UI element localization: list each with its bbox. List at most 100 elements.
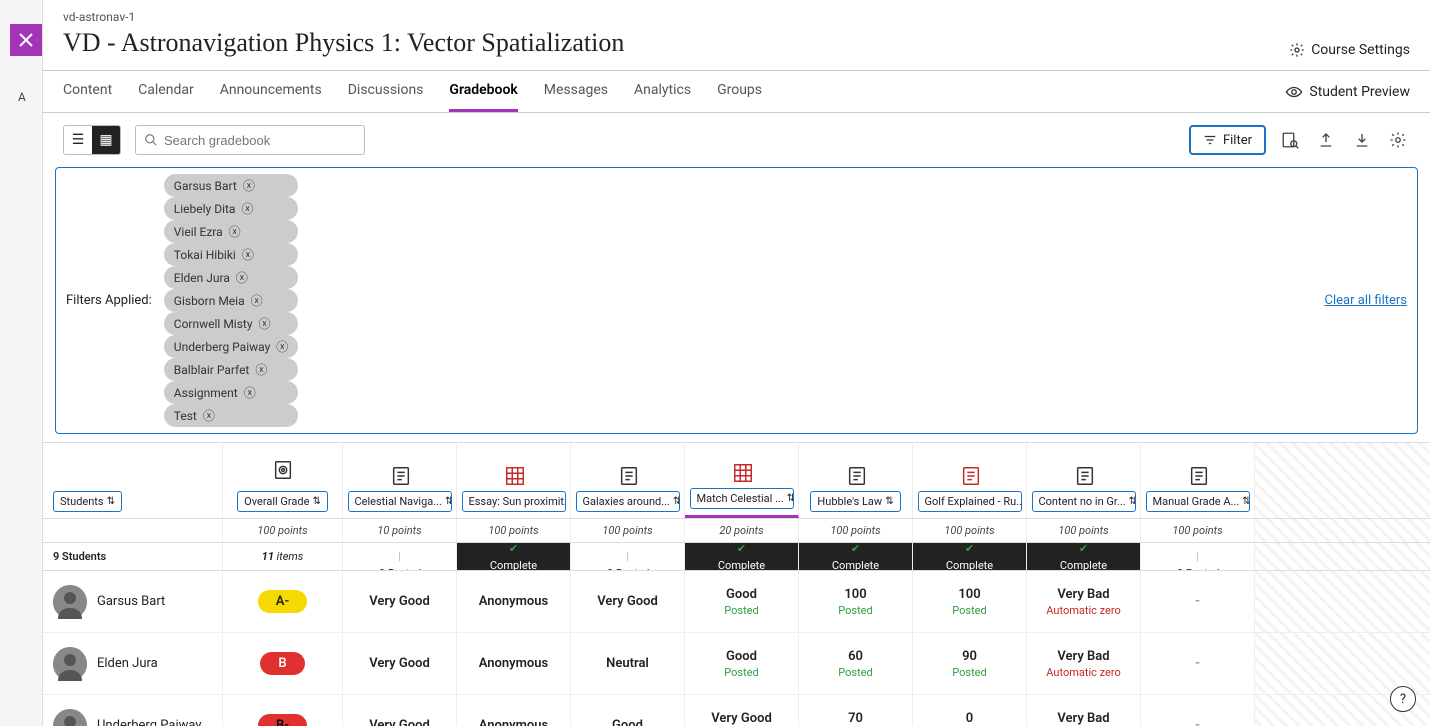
filter-chip[interactable]: Elden Juraⓧ bbox=[164, 266, 298, 289]
grade-cell[interactable]: Very GoodPosted bbox=[685, 695, 799, 726]
overall-grade-cell[interactable]: B bbox=[223, 633, 343, 694]
overall-grade-cell[interactable]: B- bbox=[223, 695, 343, 726]
clear-filters-link[interactable]: Clear all filters bbox=[1325, 293, 1407, 308]
grade-cell[interactable]: 90Posted bbox=[913, 633, 1027, 694]
assignment-pill[interactable]: Hubble's Law ⇅ bbox=[810, 491, 900, 512]
grade-cell[interactable]: Very Good bbox=[343, 695, 457, 726]
cell-value: Very Good bbox=[369, 594, 430, 609]
grade-cell[interactable]: 70Posted bbox=[799, 695, 913, 726]
filter-chip[interactable]: Underberg Paiwayⓧ bbox=[164, 335, 298, 358]
filter-chip[interactable]: Testⓧ bbox=[164, 404, 298, 427]
remove-chip-icon: ⓧ bbox=[203, 407, 215, 424]
search-box[interactable] bbox=[135, 125, 365, 155]
filter-chip[interactable]: Assignmentⓧ bbox=[164, 381, 298, 404]
assignment-icon bbox=[846, 465, 866, 485]
overall-grade-pill[interactable]: Overall Grade ⇅ bbox=[237, 491, 328, 512]
assignment-pill[interactable]: Content no in Gr... ⇅ bbox=[1032, 491, 1136, 512]
tab-gradebook[interactable]: Gradebook bbox=[449, 71, 517, 112]
filter-chip[interactable]: Vieil Ezraⓧ bbox=[164, 220, 298, 243]
filters-label: Filters Applied: bbox=[66, 293, 152, 308]
overall-grade-cell[interactable]: A- bbox=[223, 571, 343, 632]
chip-label: Gisborn Meia bbox=[174, 294, 245, 308]
filter-chip[interactable]: Garsus Bartⓧ bbox=[164, 174, 298, 197]
cell-value: - bbox=[1195, 594, 1200, 609]
assignment-pill[interactable]: Celestial Naviga... ⇅ bbox=[348, 491, 452, 512]
chip-label: Garsus Bart bbox=[174, 179, 237, 193]
grade-cell[interactable]: Very BadAutomatic zero bbox=[1027, 695, 1141, 726]
grade-cell[interactable]: - bbox=[1141, 695, 1255, 726]
grade-cell[interactable]: Very Good bbox=[343, 633, 457, 694]
students-sort-pill[interactable]: Students ⇅ bbox=[53, 491, 122, 512]
cell-sub: Posted bbox=[724, 666, 758, 679]
cell-value: 100 bbox=[844, 587, 866, 602]
tab-messages[interactable]: Messages bbox=[544, 71, 608, 112]
grade-chip: A- bbox=[258, 590, 307, 613]
grade-cell[interactable]: Anonymous bbox=[457, 633, 571, 694]
grade-cell[interactable]: 60Posted bbox=[799, 633, 913, 694]
tab-announcements[interactable]: Announcements bbox=[220, 71, 322, 112]
grade-cell[interactable]: Very Good bbox=[571, 571, 685, 632]
remove-chip-icon: ⓧ bbox=[255, 361, 267, 378]
student-preview-button[interactable]: Student Preview bbox=[1285, 83, 1410, 101]
close-icon bbox=[19, 33, 33, 47]
overall-grade-icon bbox=[272, 459, 294, 485]
filter-chip[interactable]: Balblair Parfetⓧ bbox=[164, 358, 298, 381]
list-view-button[interactable]: ☰ bbox=[64, 126, 92, 154]
grade-cell[interactable]: Anonymous bbox=[457, 695, 571, 726]
chip-label: Assignment bbox=[174, 386, 238, 400]
filter-chip[interactable]: Gisborn Meia ⓧ bbox=[164, 289, 298, 312]
assignment-header: Golf Explained - Ru... ⇅ bbox=[913, 443, 1027, 518]
assignment-pill[interactable]: Essay: Sun proximit... ⇅ bbox=[462, 491, 566, 512]
tab-groups[interactable]: Groups bbox=[717, 71, 762, 112]
grade-cell[interactable]: 0Automatic zero bbox=[913, 695, 1027, 726]
status-cell: ✔ Complete bbox=[913, 543, 1027, 570]
grade-cell[interactable]: 100Posted bbox=[799, 571, 913, 632]
student-cell[interactable]: Garsus Bart bbox=[43, 571, 223, 632]
tab-calendar[interactable]: Calendar bbox=[138, 71, 194, 112]
search-input[interactable] bbox=[158, 133, 356, 148]
tab-discussions[interactable]: Discussions bbox=[348, 71, 424, 112]
grade-cell[interactable]: - bbox=[1141, 633, 1255, 694]
assignment-header: Manual Grade A... ⇅ bbox=[1141, 443, 1255, 518]
grade-cell[interactable]: Neutral bbox=[571, 633, 685, 694]
course-settings-button[interactable]: Course Settings bbox=[1289, 42, 1410, 58]
student-cell[interactable]: Elden Jura bbox=[43, 633, 223, 694]
remove-chip-icon: ⓧ bbox=[251, 292, 263, 309]
filter-chip[interactable]: Tokai Hibiki ⓧ bbox=[164, 243, 298, 266]
filter-chip[interactable]: Cornwell Mistyⓧ bbox=[164, 312, 298, 335]
grade-cell[interactable]: Very BadAutomatic zero bbox=[1027, 571, 1141, 632]
assignment-pill[interactable]: Galaxies around... ⇅ bbox=[576, 491, 680, 512]
grade-cell[interactable]: Very BadAutomatic zero bbox=[1027, 633, 1141, 694]
settings-button[interactable] bbox=[1386, 128, 1410, 152]
filter-button[interactable]: Filter bbox=[1189, 125, 1266, 155]
grid-view-button[interactable]: ▦ bbox=[92, 126, 120, 154]
cell-sub: Posted bbox=[952, 666, 986, 679]
search-page-button[interactable] bbox=[1278, 128, 1302, 152]
grade-cell[interactable]: Good bbox=[571, 695, 685, 726]
grade-cell[interactable]: - bbox=[1141, 571, 1255, 632]
download-button[interactable] bbox=[1350, 128, 1374, 152]
grade-cell[interactable]: GoodPosted bbox=[685, 571, 799, 632]
help-button[interactable]: ? bbox=[1390, 686, 1416, 712]
upload-button[interactable] bbox=[1314, 128, 1338, 152]
grade-cell[interactable]: Good Posted bbox=[685, 633, 799, 694]
close-button[interactable] bbox=[10, 24, 42, 56]
assignment-pill[interactable]: Manual Grade A... ⇅ bbox=[1146, 491, 1250, 512]
tab-content[interactable]: Content bbox=[63, 71, 112, 112]
cell-value: Very Bad bbox=[1057, 649, 1109, 664]
assignment-pill[interactable]: Match Celestial ... ⇅ bbox=[690, 488, 794, 509]
grade-cell[interactable]: Anonymous bbox=[457, 571, 571, 632]
cell-value: 70 bbox=[848, 711, 863, 726]
student-cell[interactable]: Underberg Paiway bbox=[43, 695, 223, 726]
grade-cell[interactable]: Very Good bbox=[343, 571, 457, 632]
status-cell: ✔ Complete bbox=[1027, 543, 1141, 570]
remove-chip-icon: ⓧ bbox=[242, 246, 254, 263]
tab-analytics[interactable]: Analytics bbox=[634, 71, 691, 112]
assignment-pill[interactable]: Golf Explained - Ru... ⇅ bbox=[918, 491, 1022, 512]
chip-label: Tokai Hibiki bbox=[174, 248, 236, 262]
assignment-header: Celestial Naviga... ⇅ bbox=[343, 443, 457, 518]
filter-chip[interactable]: Liebely Ditaⓧ bbox=[164, 197, 298, 220]
remove-chip-icon: ⓧ bbox=[276, 338, 288, 355]
grade-cell[interactable]: 100Posted bbox=[913, 571, 1027, 632]
cell-value: Good bbox=[726, 649, 757, 664]
